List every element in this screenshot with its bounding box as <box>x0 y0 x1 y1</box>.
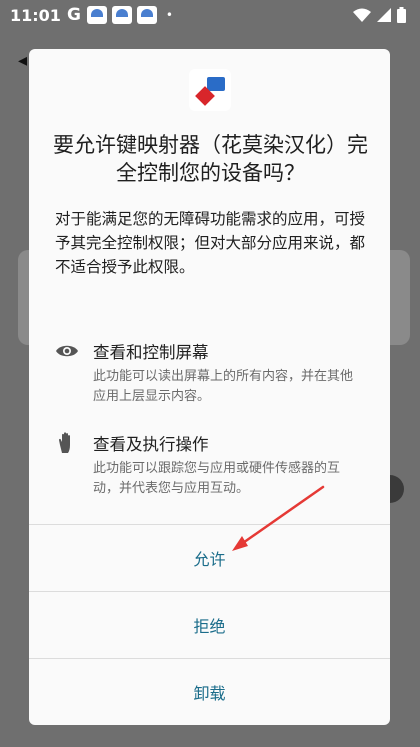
status-time: 11:01 <box>10 5 61 25</box>
more-notifications-dot: • <box>165 8 173 22</box>
eye-icon <box>56 345 78 357</box>
hand-icon <box>59 432 70 453</box>
permission-title: 查看及执行操作 <box>93 435 209 454</box>
dialog-description: 对于能满足您的无障碍功能需求的应用，可授予其完全控制权限；但对大部分应用来说，都… <box>55 210 366 276</box>
background-toggle <box>390 475 404 503</box>
notification-app-icon <box>136 6 157 24</box>
back-arrow-icon: ◂ <box>18 50 28 71</box>
permission-description: 此功能可以跟踪您与应用或硬件传感器的互动，并代表您与应用互动。 <box>93 461 341 496</box>
uninstall-button[interactable]: 卸载 <box>29 659 390 725</box>
deny-button[interactable]: 拒绝 <box>29 592 390 658</box>
permission-title: 查看和控制屏幕 <box>93 343 209 362</box>
wifi-icon <box>353 8 371 22</box>
notification-app-icon <box>86 6 107 24</box>
google-icon: G <box>66 5 81 25</box>
status-bar: 11:01 G • <box>0 0 420 30</box>
background-card <box>390 250 410 345</box>
key-mapper-app-icon <box>189 69 231 111</box>
allow-button[interactable]: 允许 <box>29 525 390 591</box>
dialog-title: 要允许键映射器（花莫染汉化）完全控制您的设备吗？ <box>53 133 368 185</box>
permission-description: 此功能可以读出屏幕上的所有内容，并在其他应用上层显示内容。 <box>93 369 354 404</box>
notification-app-icon <box>111 6 132 24</box>
signal-icon <box>377 8 391 22</box>
accessibility-permission-dialog: 要允许键映射器（花莫染汉化）完全控制您的设备吗？ 对于能满足您的无障碍功能需求的… <box>29 49 390 725</box>
battery-icon <box>397 7 406 23</box>
status-right-icons <box>353 7 406 23</box>
